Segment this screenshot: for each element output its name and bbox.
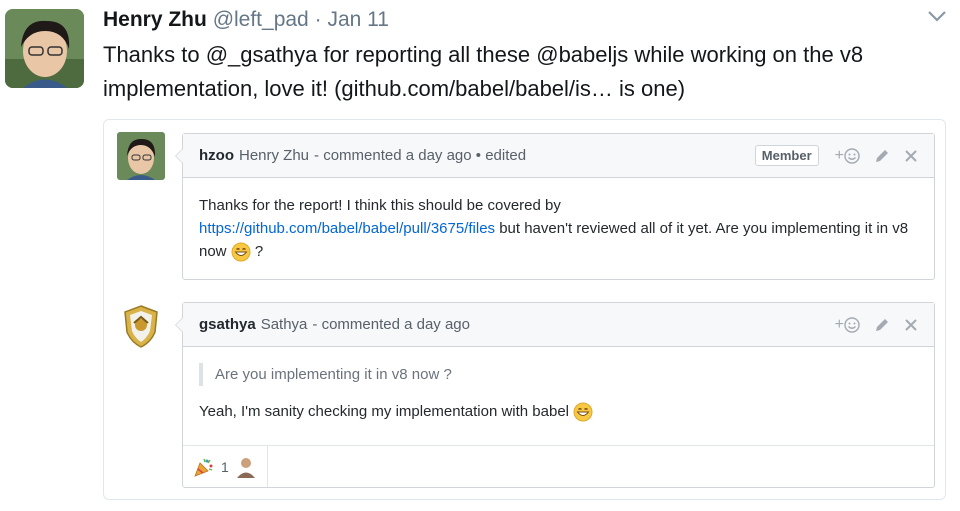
reaction-count: 1 — [221, 458, 229, 475]
tweet-author-avatar[interactable] — [5, 9, 84, 88]
hzoo-avatar[interactable] — [117, 132, 165, 180]
smiley-icon — [844, 147, 860, 164]
comment-body: Are you implementing it in v8 now ? Yeah… — [183, 347, 934, 423]
comment-gsathya: gsathya Sathya - commented a day ago + A… — [175, 302, 935, 488]
body-text: Yeah, I'm sanity checking my implementat… — [199, 403, 569, 420]
add-reaction-button[interactable]: + — [835, 316, 860, 334]
grinning-emoji — [573, 402, 593, 422]
comment-hzoo: hzoo Henry Zhu - commented a day ago • e… — [175, 133, 935, 280]
author-name[interactable]: Henry Zhu — [103, 8, 207, 31]
smiley-icon — [844, 316, 860, 333]
comment-author-login[interactable]: hzoo — [199, 147, 234, 164]
close-icon[interactable] — [904, 318, 918, 332]
pencil-icon[interactable] — [874, 317, 890, 333]
grinning-emoji — [231, 242, 251, 262]
tweet-header: Henry Zhu @left_pad · Jan 11 — [103, 8, 389, 32]
embedded-image-card[interactable]: hzoo Henry Zhu - commented a day ago • e… — [103, 119, 946, 500]
reactor-avatar — [236, 457, 255, 478]
reactions-bar: 1 — [183, 445, 934, 487]
comment-meta[interactable]: - commented a day ago — [312, 316, 470, 333]
plus-label: + — [834, 315, 844, 333]
member-badge: Member — [754, 145, 819, 166]
add-reaction-button[interactable]: + — [835, 147, 860, 165]
pencil-icon[interactable] — [874, 148, 890, 164]
blockquote: Are you implementing it in v8 now ? — [199, 363, 918, 386]
comment-body: Thanks for the report! I think this shou… — [183, 178, 934, 263]
comment-header: gsathya Sathya - commented a day ago + — [183, 303, 934, 347]
tada-reaction[interactable]: 1 — [183, 446, 268, 487]
pull-request-link[interactable]: https://github.com/babel/babel/pull/3675… — [199, 220, 495, 237]
close-icon[interactable] — [904, 149, 918, 163]
comment-author-login[interactable]: gsathya — [199, 316, 256, 333]
tada-emoji — [194, 458, 213, 477]
comment-header: hzoo Henry Zhu - commented a day ago • e… — [183, 134, 934, 178]
comment-meta[interactable]: - commented a day ago • edited — [314, 147, 526, 164]
tweet-text: Thanks to @_gsathya for reporting all th… — [103, 42, 864, 101]
separator-dot: · — [314, 8, 322, 31]
body-text-3: ? — [250, 243, 264, 260]
shield-avatar[interactable] — [117, 302, 165, 350]
author-handle[interactable]: @left_pad — [213, 8, 309, 31]
comment-author-name: Sathya — [260, 316, 308, 333]
chevron-down-icon[interactable] — [926, 8, 948, 24]
body-text-1: Thanks for the report! I think this shou… — [199, 197, 561, 214]
comment-author-name: Henry Zhu — [239, 147, 310, 164]
tweet-date[interactable]: Jan 11 — [327, 8, 389, 31]
plus-label: + — [834, 146, 844, 164]
